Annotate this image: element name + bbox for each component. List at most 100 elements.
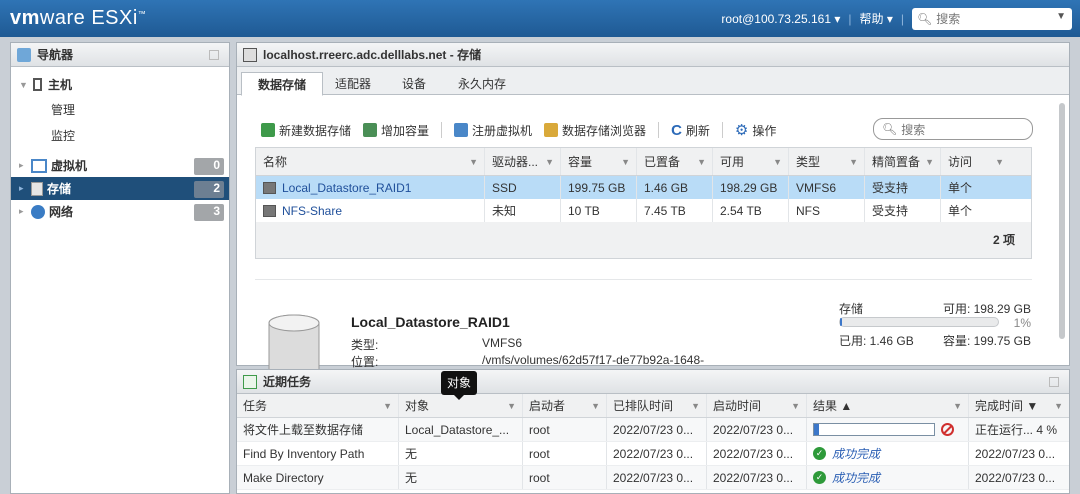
table-cell: 2.54 TB [713, 199, 789, 222]
table-cell: Local_Datastore_... [399, 418, 523, 441]
scrollbar[interactable] [1059, 103, 1065, 339]
nav-item-storage[interactable]: ▸ 存储 2 [11, 177, 229, 200]
nav-item-vms[interactable]: ▸ 虚拟机 0 [11, 154, 229, 177]
storage-usage-fill [840, 318, 842, 326]
refresh-icon: C [671, 121, 682, 139]
table-cell: root [523, 442, 607, 465]
table-cell: Find By Inventory Path [237, 442, 399, 465]
datastore-name-cell[interactable]: NFS-Share [256, 199, 485, 222]
storage-used: 已用: 1.46 GB [839, 334, 914, 348]
storage-percent: 1% [1013, 316, 1031, 330]
host-icon [33, 78, 42, 91]
datastore-name-cell[interactable]: Local_Datastore_RAID1 [256, 176, 485, 199]
table-cell: 2022/07/23 0... [607, 418, 707, 441]
detail-location-value: /vmfs/volumes/62d57f17-de77b92a-1648- [482, 353, 705, 367]
chevron-down-icon[interactable]: ▼ [773, 157, 782, 167]
detail-location-label: 位置: [351, 355, 379, 369]
datastore-browser-button[interactable]: 数据存储浏览器 [544, 122, 646, 139]
datastore-grid: 名称 ▼ 驱动器... ▼ 容量 ▼ 已置备 ▼ 可用 ▼ 类型 ▼ 精简置备 ▼ 访问 ▼ L… [255, 147, 1032, 259]
chevron-down-icon[interactable]: ▼ [953, 401, 962, 411]
expand-arrow-icon[interactable]: ▸ [19, 160, 31, 171]
success-check-icon: ✓ [813, 447, 826, 460]
expand-arrow-icon[interactable]: ▼ [19, 80, 31, 90]
column-header-completed[interactable]: 完成时间 ▼ ▼ [969, 394, 1069, 417]
table-cell: NFS [789, 199, 865, 222]
collapse-icon[interactable] [1049, 376, 1059, 387]
storage-capacity: 容量: 199.75 GB [942, 334, 1031, 348]
nav-item-manage[interactable]: 管理 [11, 96, 229, 122]
chevron-down-icon[interactable]: ▼ [507, 401, 516, 411]
recent-tasks-panel: 近期任务 任务 ▼ 对象 ▼ 启动者 ▼ 已排队时间 ▼ 启动时间 ▼ 结果 ▲ ▼ 完成时… [236, 369, 1070, 494]
table-cell: 未知 [485, 199, 561, 222]
expand-arrow-icon[interactable]: ▸ [19, 206, 31, 217]
tab-persistent-memory[interactable]: 永久内存 [442, 72, 522, 96]
column-header-result[interactable]: 结果 ▲ ▼ [807, 394, 969, 417]
column-header-initiator[interactable]: 启动者 ▼ [523, 394, 607, 417]
separator: | [848, 11, 852, 26]
chevron-down-icon[interactable]: ▼ [1056, 11, 1066, 22]
count-badge: 2 [194, 181, 224, 198]
table-row[interactable]: NFS-Share 未知 10 TB 7.45 TB 2.54 TB NFS 受… [256, 199, 1031, 222]
column-header-free[interactable]: 可用 ▼ [713, 148, 789, 175]
column-header-capacity[interactable]: 容量 ▼ [561, 148, 637, 175]
column-header-type[interactable]: 类型 ▼ [789, 148, 865, 175]
user-menu[interactable]: root@100.73.25.161 ▾ [721, 12, 840, 26]
chevron-down-icon[interactable]: ▼ [383, 401, 392, 411]
column-header-started[interactable]: 启动时间 ▼ [707, 394, 807, 417]
nav-item-monitor[interactable]: 监控 [11, 122, 229, 148]
increase-capacity-icon [363, 123, 378, 137]
detail-type-label: 类型: [351, 338, 379, 352]
chevron-down-icon[interactable]: ▼ [1054, 401, 1063, 411]
chevron-down-icon[interactable]: ▼ [545, 157, 554, 167]
datastore-detail-name: Local_Datastore_RAID1 [351, 314, 510, 330]
tab-adapters[interactable]: 适配器 [319, 72, 387, 96]
chevron-down-icon[interactable]: ▼ [591, 401, 600, 411]
table-cell: 无 [399, 466, 523, 489]
chevron-down-icon[interactable]: ▼ [621, 157, 630, 167]
chevron-down-icon[interactable]: ▼ [995, 157, 1004, 167]
nav-item-host[interactable]: ▼ 主机 [11, 73, 229, 96]
global-search-input[interactable]: 🔍︎ 搜索 ▼ [912, 7, 1072, 30]
table-cell: 无 [399, 442, 523, 465]
help-menu[interactable]: 帮助 ▾ [860, 10, 893, 27]
count-badge: 3 [194, 204, 224, 221]
refresh-button[interactable]: C 刷新 [671, 122, 710, 139]
chevron-down-icon[interactable]: ▼ [691, 401, 700, 411]
expand-arrow-icon[interactable]: ▸ [19, 183, 31, 194]
chevron-down-icon[interactable]: ▼ [697, 157, 706, 167]
table-row[interactable]: Find By Inventory Path 无 root 2022/07/23… [237, 442, 1069, 466]
table-row[interactable]: Local_Datastore_RAID1 SSD 199.75 GB 1.46… [256, 176, 1031, 199]
new-datastore-button[interactable]: 新建数据存储 [261, 122, 351, 139]
vmware-esxi-logo: vmware ESXi™ [10, 7, 147, 29]
column-header-access[interactable]: 访问 ▼ [941, 148, 1010, 175]
actions-button[interactable]: ⚙︎ 操作 [735, 121, 776, 139]
chevron-down-icon[interactable]: ▼ [849, 157, 858, 167]
tab-devices[interactable]: 设备 [386, 72, 442, 96]
toolbar: 新建数据存储 增加容量 注册虚拟机 数据存储浏览器 C 刷新 ⚙︎ 操作 [261, 121, 788, 139]
success-check-icon: ✓ [813, 471, 826, 484]
chevron-down-icon[interactable]: ▼ [925, 157, 934, 167]
storage-usage-bar [839, 317, 999, 327]
chevron-down-icon[interactable]: ▼ [791, 401, 800, 411]
cancel-task-icon[interactable] [941, 423, 954, 436]
column-header-queued[interactable]: 已排队时间 ▼ [607, 394, 707, 417]
table-row[interactable]: Make Directory 无 root 2022/07/23 0... 20… [237, 466, 1069, 490]
column-header-thin-provisioning[interactable]: 精简置备 ▼ [865, 148, 941, 175]
table-cell: 2022/07/23 0... [707, 442, 807, 465]
tab-datastores[interactable]: 数据存储 [241, 72, 324, 96]
column-header-drive[interactable]: 驱动器... ▼ [485, 148, 561, 175]
table-row[interactable]: 将文件上载至数据存储 Local_Datastore_... root 2022… [237, 418, 1069, 442]
count-badge: 0 [194, 158, 224, 175]
column-header-provisioned[interactable]: 已置备 ▼ [637, 148, 713, 175]
table-cell: 10 TB [561, 199, 637, 222]
datastore-search-input[interactable]: 🔍︎ 搜索 [873, 118, 1033, 140]
increase-capacity-button[interactable]: 增加容量 [363, 122, 429, 139]
nav-item-networking[interactable]: ▸ 网络 3 [11, 200, 229, 223]
separator: | [900, 11, 904, 26]
table-cell: 正在运行... 4 % [975, 423, 1058, 437]
collapse-icon[interactable] [209, 49, 219, 60]
column-header-name[interactable]: 名称 ▼ [256, 148, 485, 175]
chevron-down-icon[interactable]: ▼ [469, 157, 478, 167]
register-vm-button[interactable]: 注册虚拟机 [454, 122, 532, 139]
column-header-task[interactable]: 任务 ▼ [237, 394, 399, 417]
